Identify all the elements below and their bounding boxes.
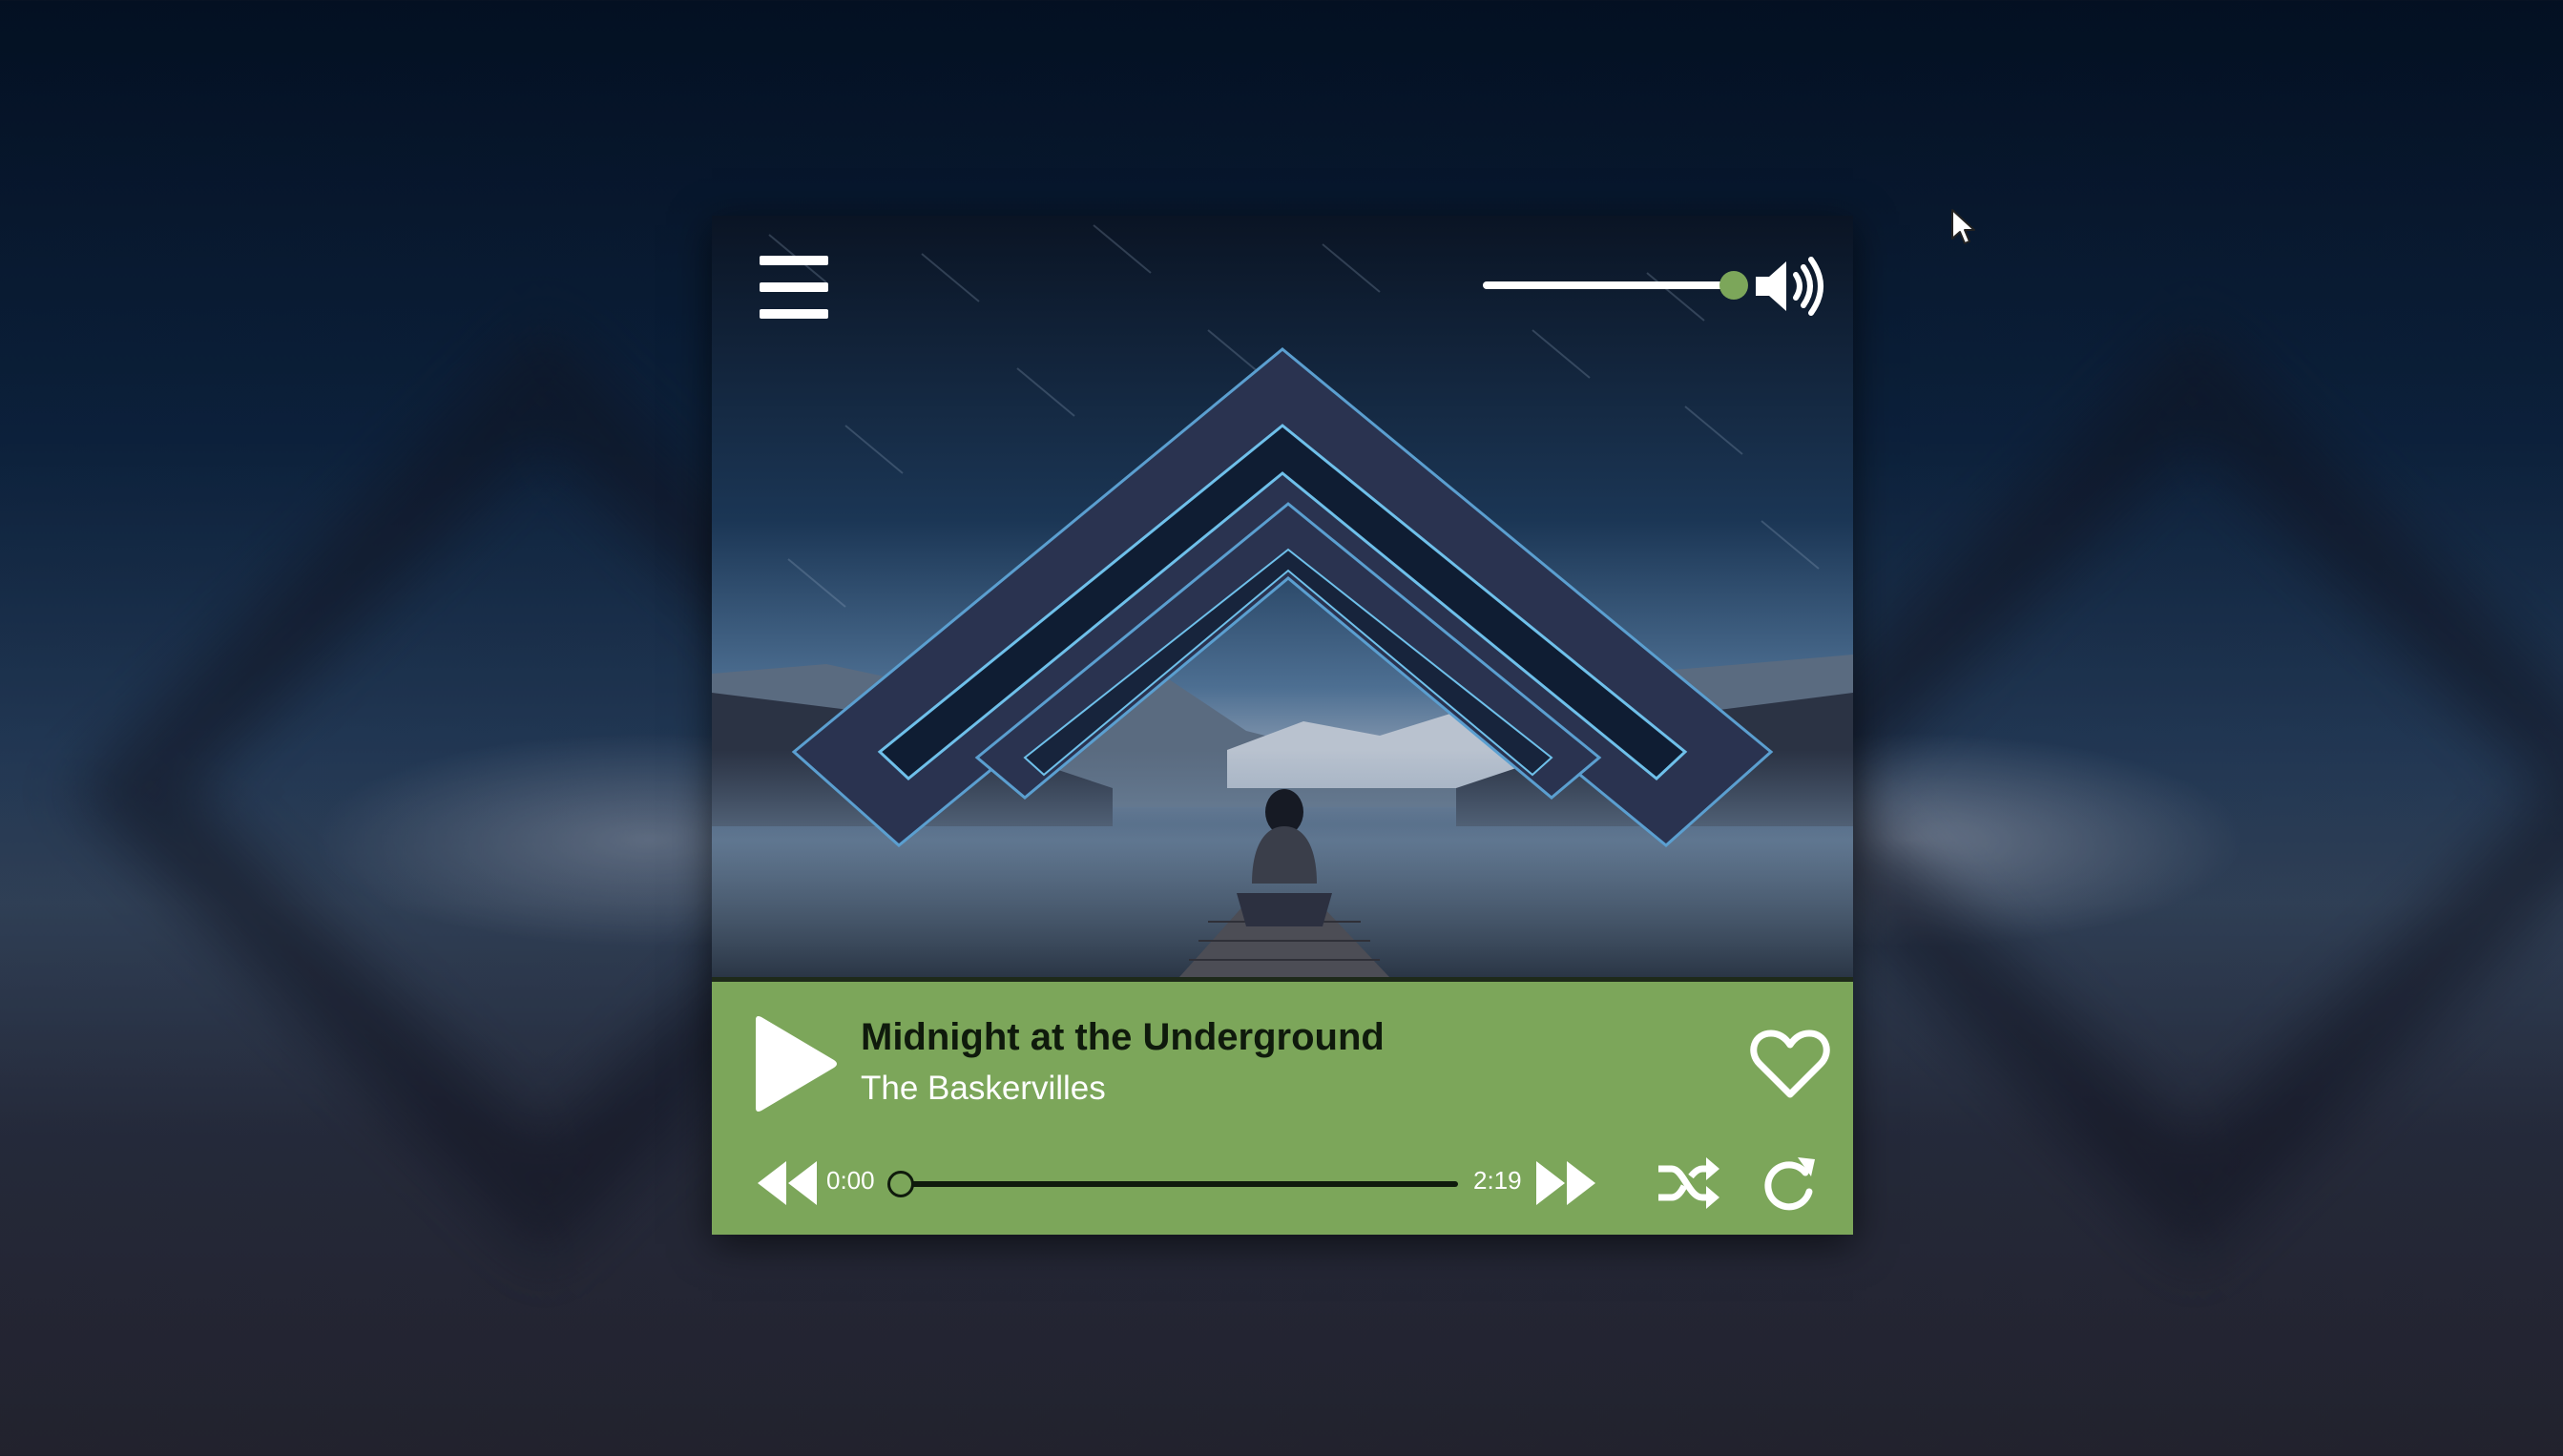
playback-controls-panel: Midnight at the Underground The Baskervi… — [712, 977, 1853, 1235]
volume-control — [1483, 254, 1836, 321]
hamburger-menu-icon — [760, 282, 828, 292]
volume-slider[interactable] — [1483, 281, 1737, 289]
current-time: 0:00 — [826, 1166, 875, 1195]
volume-slider-handle[interactable] — [1719, 271, 1748, 300]
rewind-icon[interactable] — [756, 1159, 819, 1207]
speaker-volume-icon[interactable] — [1754, 256, 1826, 317]
fast-forward-icon[interactable] — [1534, 1159, 1597, 1207]
track-title: Midnight at the Underground — [861, 1016, 1385, 1058]
progress-bar[interactable] — [901, 1181, 1458, 1187]
track-artist: The Baskervilles — [861, 1070, 1106, 1107]
menu-button[interactable] — [760, 256, 828, 319]
track-duration: 2:19 — [1473, 1166, 1522, 1195]
repeat-icon[interactable] — [1760, 1154, 1817, 1211]
hamburger-menu-icon — [760, 256, 828, 265]
heart-icon[interactable] — [1750, 1028, 1830, 1100]
mouse-cursor-icon — [1951, 209, 1975, 244]
album-artwork-illustration — [712, 216, 1853, 977]
play-icon[interactable] — [750, 1014, 838, 1113]
shuffle-icon[interactable] — [1657, 1155, 1719, 1211]
album-artwork — [712, 216, 1853, 977]
music-player-card: Midnight at the Underground The Baskervi… — [712, 216, 1853, 1235]
progress-handle[interactable] — [887, 1171, 914, 1197]
hamburger-menu-icon — [760, 309, 828, 319]
